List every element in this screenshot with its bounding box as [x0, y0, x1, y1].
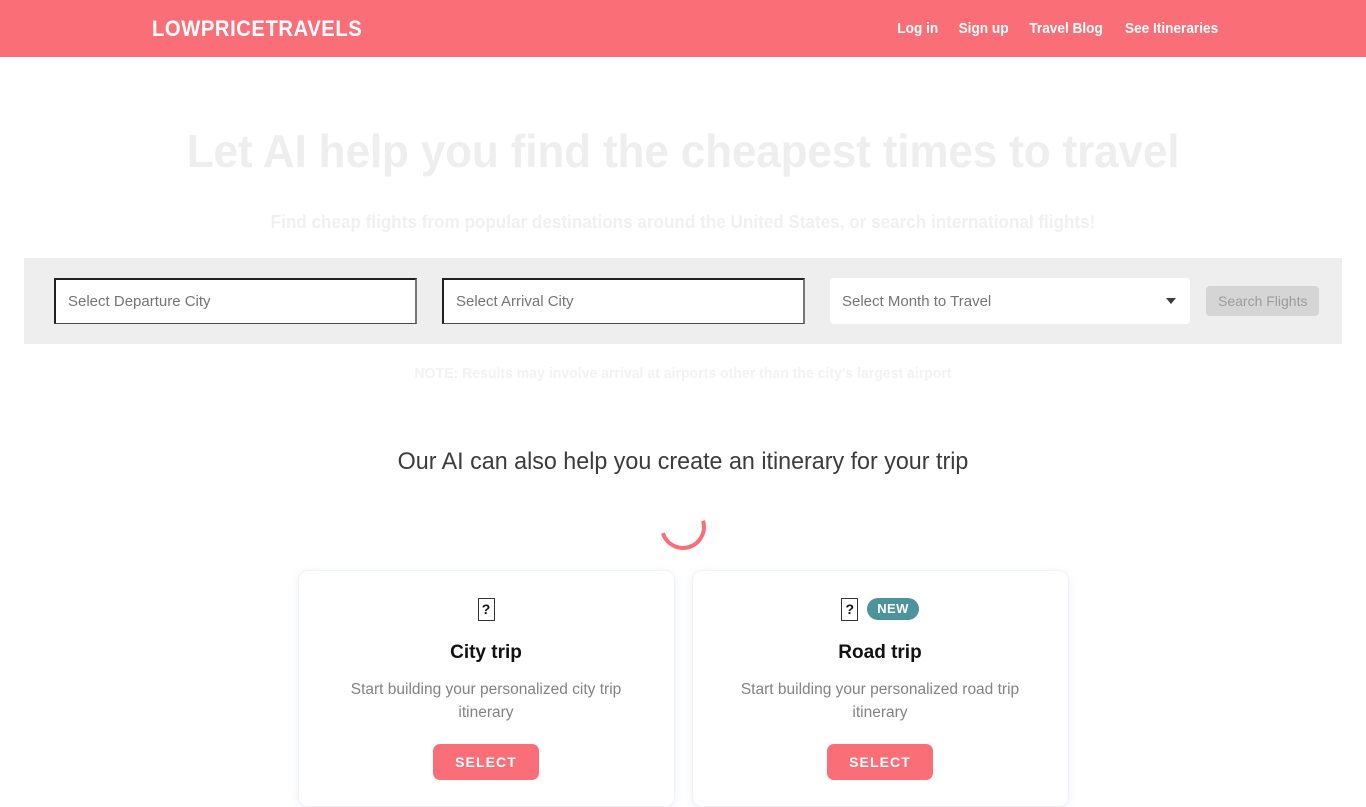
nav-link-travel-blog[interactable]: Travel Blog: [1029, 21, 1102, 37]
missing-glyph-icon: ?: [841, 597, 859, 621]
card-icon-row: ? NEW: [721, 593, 1040, 625]
itinerary-card-city-trip[interactable]: ? City trip Start building your personal…: [297, 570, 675, 807]
missing-glyph-icon: ?: [477, 597, 495, 621]
site-header: LOWPRICETRAVELS Log in Sign up Travel Bl…: [0, 0, 1366, 57]
brand-logo[interactable]: LOWPRICETRAVELS: [152, 16, 362, 42]
arrival-city-input[interactable]: [442, 278, 805, 325]
select-road-trip-button[interactable]: SELECT: [827, 744, 933, 781]
card-description: Start building your personalized road tr…: [740, 681, 1020, 722]
loading-spinner-icon: [651, 496, 715, 559]
search-note: NOTE: Results may involve arrival at air…: [414, 366, 952, 383]
status-badge: NEW: [867, 598, 919, 621]
nav-link-sign-up[interactable]: Sign up: [958, 21, 1008, 37]
card-icon-row: ?: [327, 593, 646, 625]
hero-subtitle: Find cheap flights from popular destinat…: [270, 212, 1096, 233]
itinerary-card-road-trip[interactable]: ? NEW Road trip Start building your pers…: [691, 570, 1069, 807]
search-flights-button[interactable]: Search Flights: [1206, 286, 1320, 317]
page-title: Let AI help you find the cheapest times …: [186, 125, 1180, 177]
month-select[interactable]: Select Month to Travel: [830, 278, 1190, 325]
nav-link-log-in[interactable]: Log in: [897, 21, 938, 37]
nav-link-see-itineraries[interactable]: See Itineraries: [1125, 21, 1218, 37]
card-description: Start building your personalized city tr…: [350, 681, 622, 722]
flight-search-bar: Select Month to Travel Search Flights: [24, 258, 1342, 345]
departure-city-input[interactable]: [54, 278, 417, 325]
hero-section: Let AI help you find the cheapest times …: [0, 57, 1366, 233]
select-city-trip-button[interactable]: SELECT: [433, 744, 539, 781]
itinerary-heading: Our AI can also help you create an itine…: [397, 448, 969, 476]
loading-spinner-wrapper: [0, 496, 1366, 559]
chevron-down-icon: [1166, 298, 1176, 305]
card-title: City trip: [450, 642, 522, 664]
primary-navigation: Log in Sign up Travel Blog See Itinerari…: [896, 21, 1221, 37]
month-select-value: Select Month to Travel: [842, 292, 992, 310]
card-title: Road trip: [838, 642, 922, 664]
itinerary-card-list: ? City trip Start building your personal…: [0, 570, 1366, 807]
